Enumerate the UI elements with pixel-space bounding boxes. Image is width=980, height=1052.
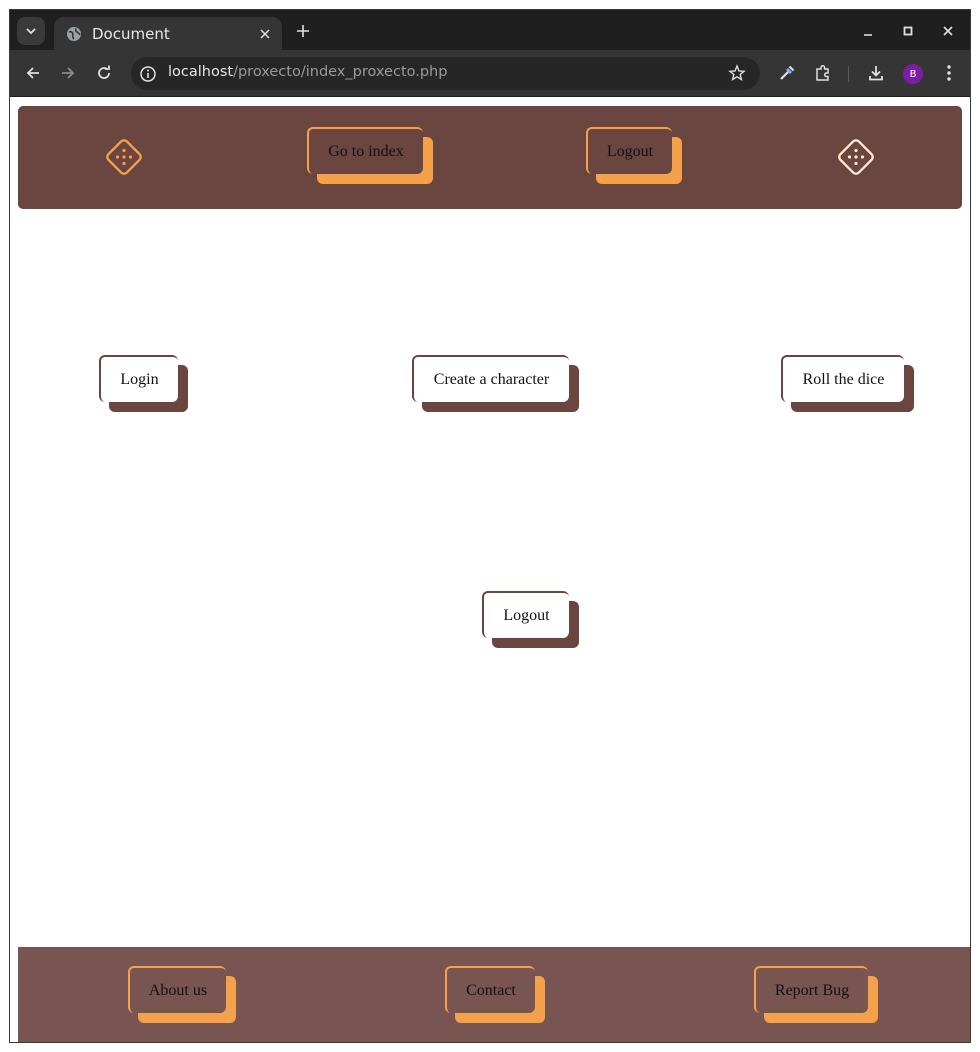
about-us-label[interactable]: About us	[128, 966, 226, 1013]
bookmark-star-icon[interactable]	[728, 64, 746, 82]
new-tab-icon[interactable]	[292, 20, 314, 42]
header-logout-button[interactable]: Logout	[586, 127, 682, 184]
report-bug-link[interactable]: Report Bug	[754, 966, 878, 1023]
url-text: localhost/proxecto/index_proxecto.php	[168, 64, 447, 80]
eyedropper-icon[interactable]	[776, 62, 798, 84]
dice-icon[interactable]	[834, 135, 878, 179]
dice-icon[interactable]	[102, 135, 146, 179]
create-character-button[interactable]: Create a character	[412, 355, 579, 412]
go-to-index-label[interactable]: Go to index	[307, 127, 423, 174]
site-header: Go to index Logout	[18, 106, 962, 209]
maximize-icon[interactable]	[897, 20, 919, 42]
forward-arrow-icon[interactable]	[57, 62, 79, 84]
site-footer: About us Contact Report Bug	[18, 947, 970, 1042]
extensions-icon[interactable]	[812, 62, 834, 84]
minimize-icon[interactable]	[857, 20, 879, 42]
main-logout-button[interactable]: Logout	[482, 591, 579, 648]
header-logout-label[interactable]: Logout	[586, 127, 672, 174]
chevron-down-icon	[26, 28, 36, 35]
close-tab-icon[interactable]	[256, 25, 274, 43]
kebab-menu-icon[interactable]	[938, 62, 960, 84]
login-label[interactable]: Login	[99, 355, 178, 402]
profile-avatar[interactable]: B	[903, 64, 923, 84]
site-info-icon[interactable]	[139, 65, 157, 83]
roll-dice-label[interactable]: Roll the dice	[781, 355, 904, 402]
report-bug-label[interactable]: Report Bug	[754, 966, 868, 1013]
reload-icon[interactable]	[93, 62, 115, 84]
url-host: localhost	[168, 64, 234, 80]
go-to-index-button[interactable]: Go to index	[307, 127, 433, 184]
main-logout-label[interactable]: Logout	[482, 591, 569, 638]
tab-title: Document	[92, 25, 170, 43]
roll-dice-button[interactable]: Roll the dice	[781, 355, 914, 412]
contact-label[interactable]: Contact	[445, 966, 535, 1013]
globe-icon	[67, 27, 81, 41]
address-bar[interactable]: localhost/proxecto/index_proxecto.php	[131, 57, 760, 90]
page-content: Go to index Logout Login Create a charac…	[10, 98, 970, 1042]
browser-toolbar: localhost/proxecto/index_proxecto.php B	[10, 50, 970, 97]
close-window-icon[interactable]	[937, 20, 959, 42]
download-icon[interactable]	[865, 62, 887, 84]
create-character-label[interactable]: Create a character	[412, 355, 569, 402]
about-us-link[interactable]: About us	[128, 966, 236, 1023]
toolbar-separator	[848, 66, 849, 82]
tab-search-button[interactable]	[17, 17, 45, 45]
login-button[interactable]: Login	[99, 355, 188, 412]
tab-strip: Document	[10, 10, 970, 51]
url-path: /proxecto/index_proxecto.php	[233, 64, 448, 80]
browser-window: Document localhost/proxecto/index_proxec…	[9, 9, 971, 1043]
tab-document[interactable]: Document	[54, 17, 282, 51]
contact-link[interactable]: Contact	[445, 966, 545, 1023]
back-arrow-icon[interactable]	[22, 62, 44, 84]
